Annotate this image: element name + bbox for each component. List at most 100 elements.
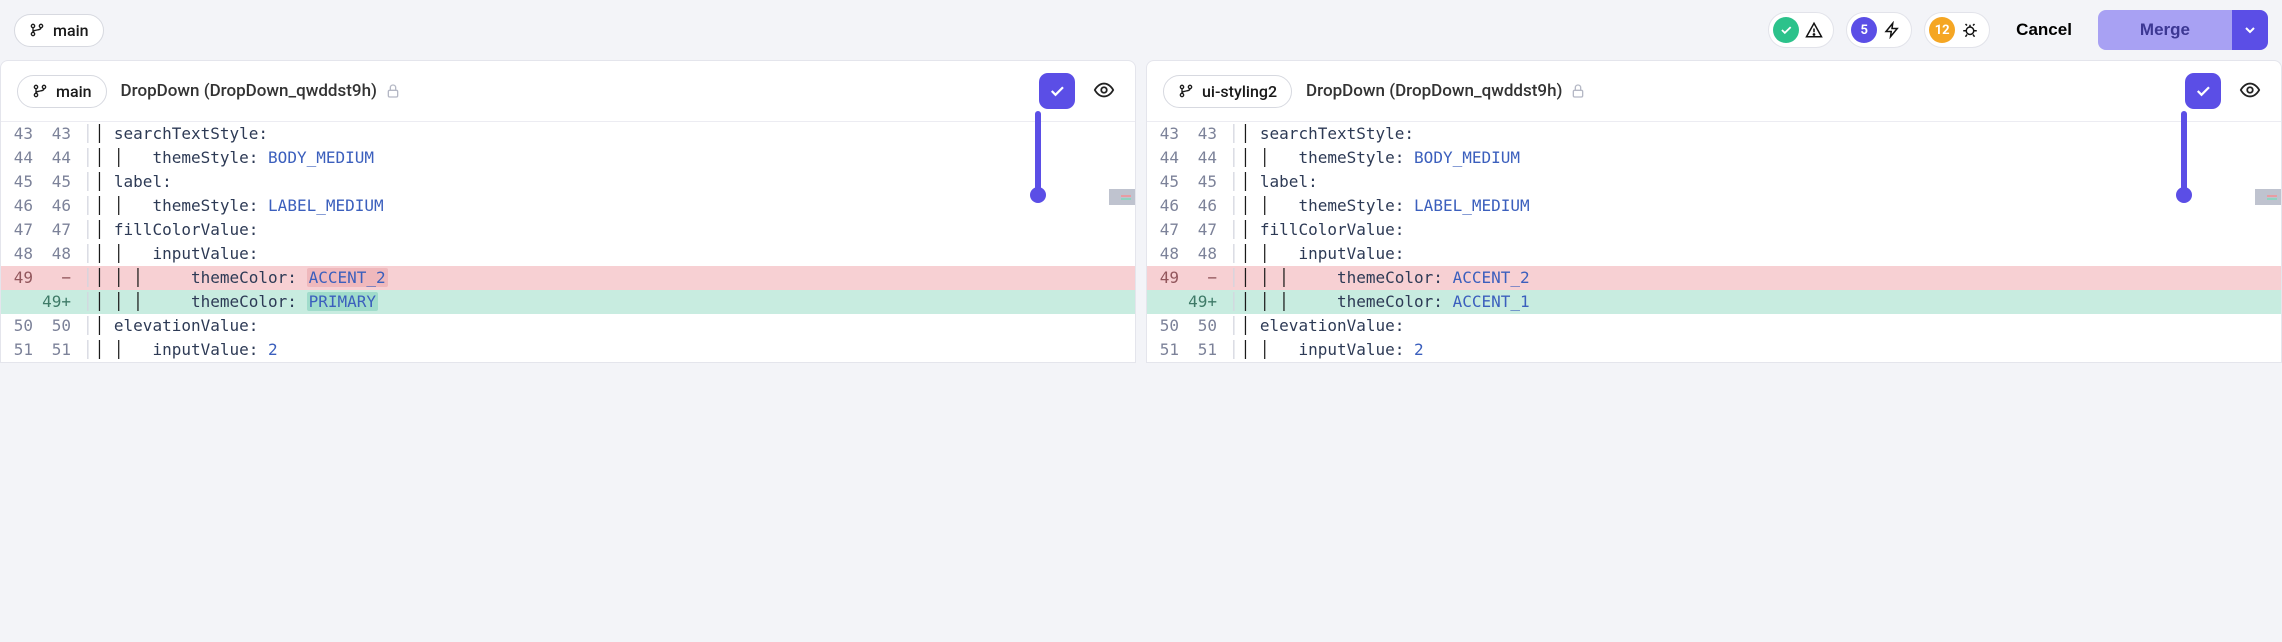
line-number-old: 45 [1147,170,1183,194]
code-text: │ elevationValue: [95,314,1135,338]
check-icon [1048,82,1066,100]
code-line: 5151││ │ inputValue: 2 [1147,338,2281,362]
branch-icon [32,83,48,99]
line-number-new: − [37,266,81,290]
line-number-old: 47 [1147,218,1183,242]
conflict-count-badge: 5 [1851,17,1877,43]
branch-name: main [53,21,89,40]
code-text: │ │ │ themeColor: PRIMARY [95,290,1135,314]
code-line: 4848││ │ inputValue: [1,242,1135,266]
line-number-old: 50 [1,314,37,338]
line-number-old: 43 [1,122,37,146]
diff-pane-left: main DropDown (DropDown_qwddst9h) 4343││… [0,60,1136,363]
line-number-old: 47 [1,218,37,242]
line-number-new: 50 [37,314,81,338]
merge-button[interactable]: Merge [2098,10,2232,50]
line-number-old: 44 [1147,146,1183,170]
pane-branch-selector[interactable]: ui-styling2 [1163,75,1292,108]
cancel-button[interactable]: Cancel [2002,12,2086,48]
warning-icon [1805,21,1823,39]
code-text: │ │ inputValue: [1241,242,2281,266]
status-issues[interactable]: 12 [1924,12,1990,48]
line-number-new: 51 [1183,338,1227,362]
minimap[interactable] [2255,189,2281,205]
pane-branch-name: main [56,82,92,101]
code-line: 4343││ searchTextStyle: [1,122,1135,146]
status-checks[interactable] [1768,12,1834,48]
line-number-old: 46 [1147,194,1183,218]
line-number-old: 51 [1147,338,1183,362]
code-text: │ label: [95,170,1135,194]
line-number-new: 45 [37,170,81,194]
line-number-new: 47 [37,218,81,242]
code-text: │ │ inputValue: 2 [1241,338,2281,362]
code-text: │ elevationValue: [1241,314,2281,338]
code-line: 4343││ searchTextStyle: [1147,122,2281,146]
line-number-old: 49 [1,266,37,290]
branch-selector[interactable]: main [14,14,104,47]
code-text: │ │ themeStyle: LABEL_MEDIUM [95,194,1135,218]
preview-button[interactable] [1089,75,1119,108]
code-line: 4545││ label: [1147,170,2281,194]
merge-button-group: Merge [2098,10,2268,50]
status-conflicts[interactable]: 5 [1846,12,1912,48]
minimap[interactable] [1109,189,1135,205]
code-line: 4545││ label: [1,170,1135,194]
preview-button[interactable] [2235,75,2265,108]
pane-title: DropDown (DropDown_qwddst9h) [1306,81,1586,101]
code-body[interactable]: 4343││ searchTextStyle:4444││ │ themeSty… [1147,122,2281,362]
line-number-new: 48 [37,242,81,266]
line-number-old: 48 [1147,242,1183,266]
check-pass-icon [1773,17,1799,43]
code-line: 49+││ │ │ themeColor: PRIMARY [1,290,1135,314]
pane-header: main DropDown (DropDown_qwddst9h) [1,61,1135,122]
code-line: 4848││ │ inputValue: [1147,242,2281,266]
code-line: 49−││ │ │ themeColor: ACCENT_2 [1,266,1135,290]
line-number-new: 46 [1183,194,1227,218]
line-number-new: 43 [37,122,81,146]
pane-branch-name: ui-styling2 [1202,82,1277,101]
line-number-new: 44 [1183,146,1227,170]
code-line: 5050││ elevationValue: [1,314,1135,338]
check-icon [2194,82,2212,100]
line-number-old: 50 [1147,314,1183,338]
line-number-new: 44 [37,146,81,170]
conflict-connector-dot [2176,187,2192,203]
line-number-new: 46 [37,194,81,218]
line-number-new: 43 [1183,122,1227,146]
bug-icon [1961,21,1979,39]
line-number-old: 46 [1,194,37,218]
branch-icon [29,22,45,38]
line-number-old: 45 [1,170,37,194]
accept-button[interactable] [2185,73,2221,109]
line-number-new: 49+ [37,290,81,314]
line-number-old: 43 [1147,122,1183,146]
chevron-down-icon [2242,22,2258,38]
code-body[interactable]: 4343││ searchTextStyle:4444││ │ themeSty… [1,122,1135,362]
code-text: │ │ themeStyle: BODY_MEDIUM [1241,146,2281,170]
branch-icon [1178,83,1194,99]
code-line: 4747││ fillColorValue: [1,218,1135,242]
lock-icon [1570,83,1586,99]
code-line: 5050││ elevationValue: [1147,314,2281,338]
line-number-old: 49 [1147,266,1183,290]
merge-conflict-icon [1883,21,1901,39]
line-number-new: − [1183,266,1227,290]
code-text: │ searchTextStyle: [1241,122,2281,146]
code-text: │ │ themeStyle: BODY_MEDIUM [95,146,1135,170]
code-text: │ │ │ themeColor: ACCENT_2 [95,266,1135,290]
diff-pane-right: ui-styling2 DropDown (DropDown_qwddst9h)… [1146,60,2282,363]
conflict-connector [2181,111,2187,191]
merge-dropdown-button[interactable] [2232,10,2268,50]
pane-branch-selector[interactable]: main [17,75,107,108]
code-text: │ │ │ themeColor: ACCENT_2 [1241,266,2281,290]
line-number-old: 51 [1,338,37,362]
diff-area: main DropDown (DropDown_qwddst9h) 4343││… [0,60,2282,363]
code-line: 4444││ │ themeStyle: BODY_MEDIUM [1147,146,2281,170]
line-number-new: 47 [1183,218,1227,242]
eye-icon [2239,79,2261,101]
code-text: │ │ │ themeColor: ACCENT_1 [1241,290,2281,314]
line-number-old [1147,290,1183,314]
accept-button[interactable] [1039,73,1075,109]
issue-count-badge: 12 [1929,17,1955,43]
